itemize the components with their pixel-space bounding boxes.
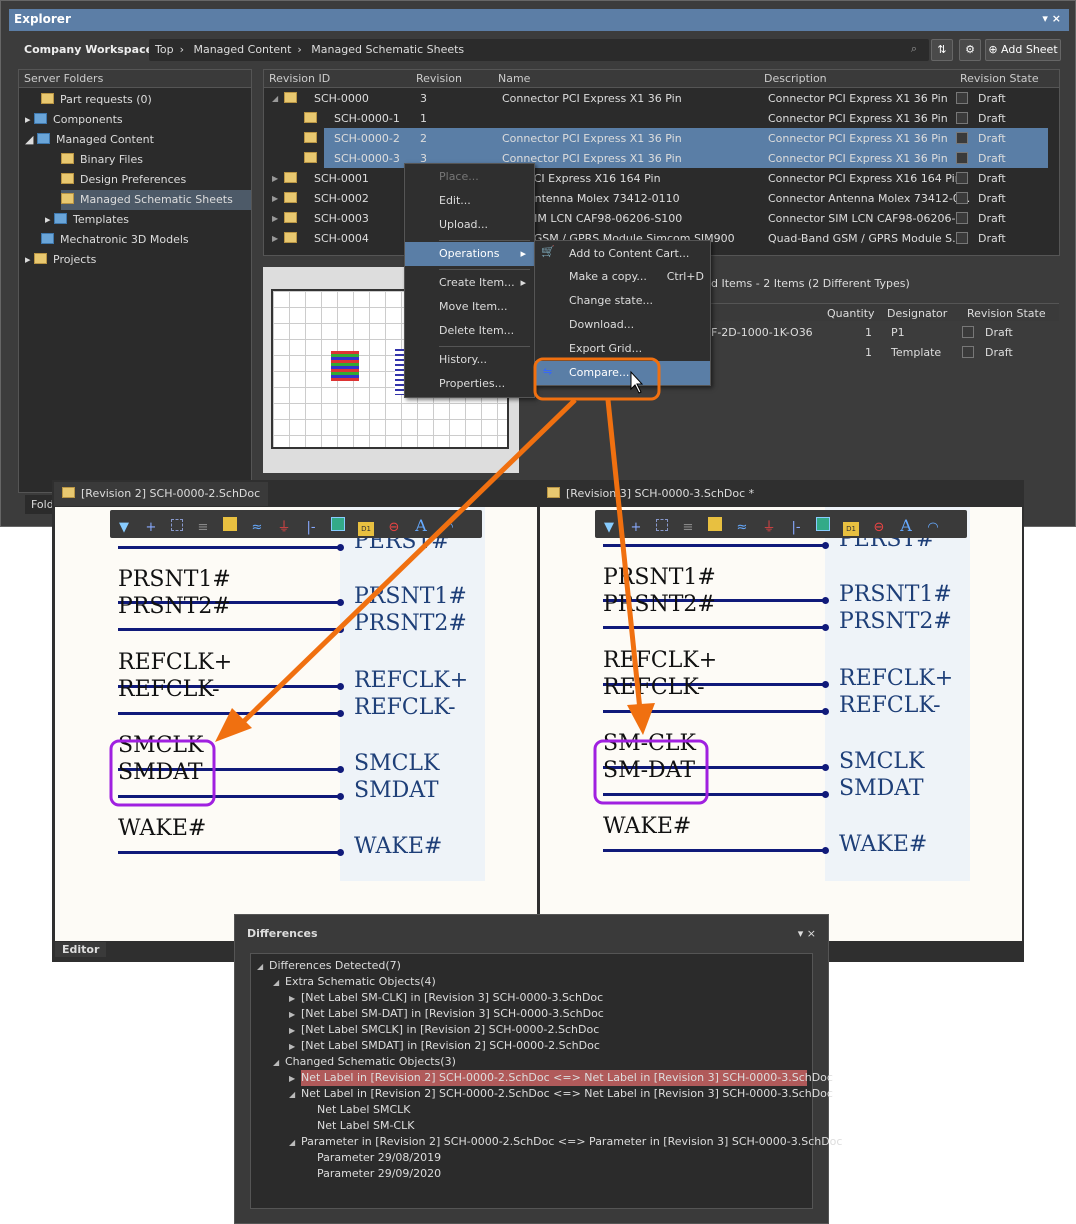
change-box-left (109, 739, 216, 807)
arrowhead-left (215, 708, 252, 742)
compare-highlight-box (533, 357, 661, 401)
arrow-to-left-pane (238, 398, 577, 727)
change-box-right (593, 739, 709, 805)
mouse-cursor (630, 370, 644, 394)
arrowhead-right (627, 703, 655, 735)
annotation-overlay (109, 357, 709, 807)
arrow-to-right-pane (605, 399, 643, 711)
